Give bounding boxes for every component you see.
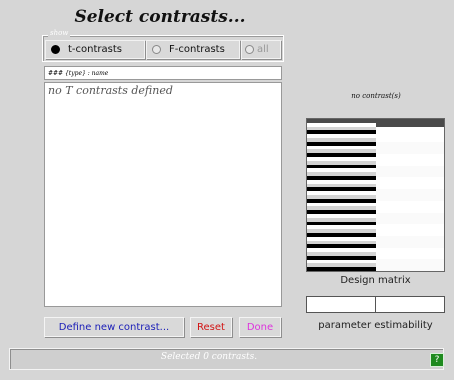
parameter-estimability-label: parameter estimability [318, 320, 433, 331]
contrast-list[interactable] [44, 82, 282, 307]
design-matrix-regressor-column [307, 119, 376, 271]
design-matrix-row-band [376, 212, 444, 225]
design-matrix-row-band [376, 119, 444, 127]
all-label: all [257, 44, 269, 55]
f-contrasts-radio[interactable]: F-contrasts [146, 40, 240, 59]
contrast-list-header: ### {type} : name [44, 66, 282, 80]
design-matrix-row-band [376, 235, 444, 249]
status-text: Selected 0 contrasts. [160, 352, 258, 362]
estimability-divider [375, 297, 376, 312]
design-matrix-row-band [376, 165, 444, 178]
design-matrix-image [306, 118, 445, 272]
radio-unselected-icon [152, 45, 161, 54]
done-button[interactable]: Done [239, 317, 281, 337]
show-group-legend: show [48, 29, 71, 37]
design-matrix-row-band [376, 200, 444, 214]
empty-list-message: no T contrasts defined [48, 84, 173, 97]
contrast-weights-label: no contrast(s) [351, 92, 401, 100]
design-matrix-row-band [376, 130, 444, 143]
window-title: Select contrasts... [74, 7, 246, 27]
design-matrix-row-band [376, 224, 444, 237]
help-button[interactable]: ? [430, 353, 444, 367]
reset-button[interactable]: Reset [190, 317, 232, 337]
design-matrix-constant-column [376, 119, 444, 271]
design-matrix-label: Design matrix [340, 275, 411, 286]
parameter-estimability-bar [306, 296, 445, 313]
design-matrix-row-band [376, 189, 444, 202]
radio-selected-icon [51, 45, 60, 54]
design-matrix-row-band [376, 259, 444, 271]
all-radio[interactable]: all [241, 40, 281, 59]
design-matrix-row-band [376, 247, 444, 260]
design-matrix-row-band [307, 267, 376, 271]
radio-unselected-icon [245, 45, 254, 54]
t-contrasts-label: t-contrasts [68, 44, 122, 55]
design-matrix-row-band [376, 177, 444, 190]
define-new-contrast-button[interactable]: Define new contrast... [44, 317, 184, 337]
t-contrasts-radio[interactable]: t-contrasts [45, 40, 145, 59]
f-contrasts-label: F-contrasts [169, 44, 225, 55]
design-matrix-row-band [376, 142, 444, 155]
design-matrix-row-band [376, 154, 444, 167]
